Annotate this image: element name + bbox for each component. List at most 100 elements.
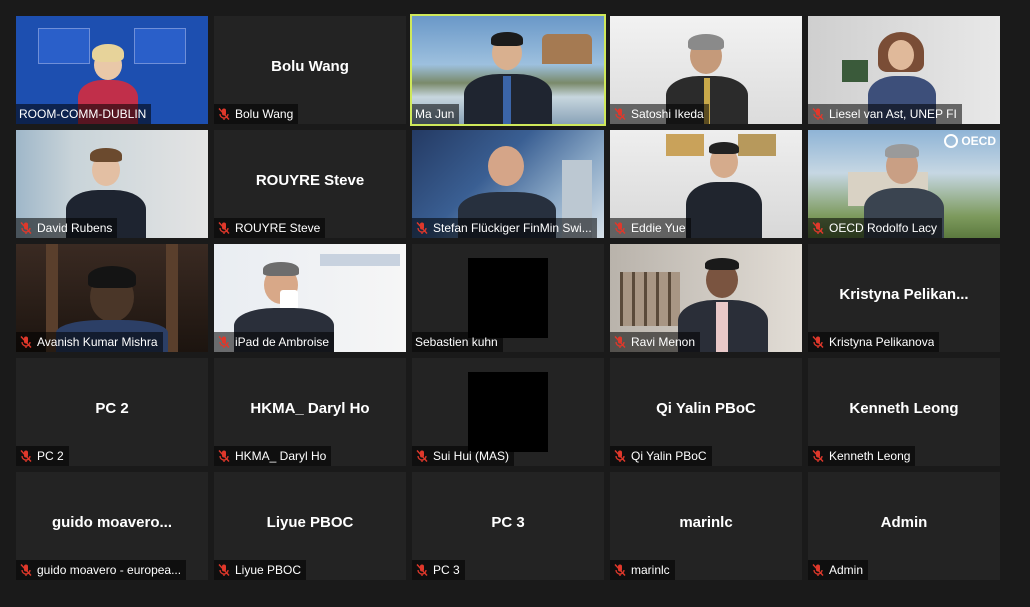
participant-tile[interactable]: guido moavero... guido moavero - europea… [16, 472, 208, 580]
participant-tile[interactable]: Qi Yalin PBoC Qi Yalin PBoC [610, 358, 802, 466]
mic-muted-icon [811, 449, 825, 463]
participant-name-label: Satoshi Ikeda [610, 104, 709, 124]
mic-muted-icon [811, 563, 825, 577]
mic-muted-icon [415, 563, 429, 577]
participant-display-name: guido moavero... [51, 514, 172, 531]
participant-name-label: Sui Hui (MAS) [412, 446, 515, 466]
participant-tile[interactable]: Liesel van Ast, UNEP FI [808, 16, 1000, 124]
participant-tile[interactable]: HKMA_ Daryl Ho HKMA_ Daryl Ho [214, 358, 406, 466]
participant-name-label: Kristyna Pelikanova [808, 332, 940, 352]
participant-name-label: Bolu Wang [214, 104, 299, 124]
participant-name: PC 3 [433, 563, 460, 577]
participant-name-label: Sebastien kuhn [412, 332, 503, 352]
mic-muted-icon [613, 335, 627, 349]
participant-tile[interactable]: Sui Hui (MAS) [412, 358, 604, 466]
participant-name: Ma Jun [415, 107, 455, 121]
participant-name-label: Eddie Yue [610, 218, 691, 238]
participant-name: Avanish Kumar Mishra [37, 335, 158, 349]
participant-name: guido moavero - europea... [37, 563, 182, 577]
participant-name: PC 2 [37, 449, 64, 463]
participant-tile[interactable]: Sebastien kuhn [412, 244, 604, 352]
video-placeholder [468, 258, 548, 338]
mic-muted-icon [613, 107, 627, 121]
participant-name: Liesel van Ast, UNEP FI [829, 107, 957, 121]
participant-name-label: Avanish Kumar Mishra [16, 332, 163, 352]
participant-name: Stefan Flückiger FinMin Swi... [433, 221, 592, 235]
participant-tile[interactable]: PC 2 PC 2 [16, 358, 208, 466]
mic-muted-icon [217, 335, 231, 349]
participant-name-label: Kenneth Leong [808, 446, 916, 466]
mic-muted-icon [415, 221, 429, 235]
participant-display-name: Liyue PBOC [266, 514, 354, 531]
participant-name: Sui Hui (MAS) [433, 449, 510, 463]
participant-display-name: marinlc [679, 514, 733, 531]
participant-display-name: Qi Yalin PBoC [656, 400, 756, 417]
participant-name-label: PC 3 [412, 560, 465, 580]
participant-tile[interactable]: Satoshi Ikeda [610, 16, 802, 124]
video-placeholder [468, 372, 548, 452]
participant-tile[interactable]: Liyue PBOC Liyue PBOC [214, 472, 406, 580]
participant-tile[interactable]: Stefan Flückiger FinMin Swi... [412, 130, 604, 238]
participant-name: Satoshi Ikeda [631, 107, 704, 121]
participant-tile[interactable]: David Rubens [16, 130, 208, 238]
participant-name: iPad de Ambroise [235, 335, 330, 349]
mic-muted-icon [811, 107, 825, 121]
participant-name: Ravi Menon [631, 335, 696, 349]
participant-tile[interactable]: iPad de Ambroise [214, 244, 406, 352]
participant-display-name: Kenneth Leong [849, 400, 959, 417]
participant-display-name: PC 2 [95, 400, 129, 417]
mic-muted-icon [19, 563, 33, 577]
participant-name-label: Liyue PBOC [214, 560, 307, 580]
participant-display-name: ROUYRE Steve [255, 172, 365, 189]
participant-name-label: HKMA_ Daryl Ho [214, 446, 332, 466]
participant-tile[interactable]: PC 3 PC 3 [412, 472, 604, 580]
participant-name: Qi Yalin PBoC [631, 449, 707, 463]
mic-muted-icon [19, 449, 33, 463]
participant-name: Sebastien kuhn [415, 335, 498, 349]
mic-muted-icon [811, 335, 825, 349]
mic-muted-icon [613, 449, 627, 463]
participant-name-label: Stefan Flückiger FinMin Swi... [412, 218, 597, 238]
mic-muted-icon [811, 221, 825, 235]
participant-tile[interactable]: Eddie Yue [610, 130, 802, 238]
participant-name-label: Admin [808, 560, 869, 580]
participant-display-name: Admin [880, 514, 928, 531]
participant-tile[interactable]: OECD OECD Rodolfo Lacy [808, 130, 1000, 238]
participant-name-label: Ravi Menon [610, 332, 701, 352]
oecd-logo: OECD [944, 134, 996, 148]
participant-name-label: ROUYRE Steve [214, 218, 326, 238]
mic-muted-icon [217, 563, 231, 577]
participant-tile[interactable]: ROOM-COMM-DUBLIN [16, 16, 208, 124]
participant-name: HKMA_ Daryl Ho [235, 449, 327, 463]
participant-name-label: marinlc [610, 560, 675, 580]
mic-muted-icon [19, 221, 33, 235]
participant-name-label: PC 2 [16, 446, 69, 466]
participant-display-name: Kristyna Pelikan... [839, 286, 969, 303]
mic-muted-icon [613, 563, 627, 577]
participant-tile[interactable]: Kenneth Leong Kenneth Leong [808, 358, 1000, 466]
participant-name: OECD Rodolfo Lacy [829, 221, 938, 235]
mic-muted-icon [415, 449, 429, 463]
mic-muted-icon [217, 221, 231, 235]
participant-name: Kristyna Pelikanova [829, 335, 935, 349]
participant-tile[interactable]: Kristyna Pelikan... Kristyna Pelikanova [808, 244, 1000, 352]
participant-name: Kenneth Leong [829, 449, 911, 463]
participant-tile[interactable]: Avanish Kumar Mishra [16, 244, 208, 352]
participant-name: David Rubens [37, 221, 113, 235]
participant-tile[interactable]: Ravi Menon [610, 244, 802, 352]
participant-tile[interactable]: Bolu Wang Bolu Wang [214, 16, 406, 124]
participant-name: Admin [829, 563, 864, 577]
participant-tile[interactable]: Admin Admin [808, 472, 1000, 580]
participant-name: ROUYRE Steve [235, 221, 321, 235]
participant-name-label: iPad de Ambroise [214, 332, 335, 352]
mic-muted-icon [19, 335, 33, 349]
participant-name: Bolu Wang [235, 107, 294, 121]
participant-name: ROOM-COMM-DUBLIN [19, 107, 147, 121]
participant-tile[interactable]: ROUYRE Steve ROUYRE Steve [214, 130, 406, 238]
participant-display-name: Bolu Wang [271, 58, 349, 75]
participant-tile[interactable]: Ma Jun [410, 14, 606, 126]
participant-name: Liyue PBOC [235, 563, 302, 577]
participant-name-label: David Rubens [16, 218, 118, 238]
participant-tile[interactable]: marinlc marinlc [610, 472, 802, 580]
participant-name-label: Liesel van Ast, UNEP FI [808, 104, 962, 124]
